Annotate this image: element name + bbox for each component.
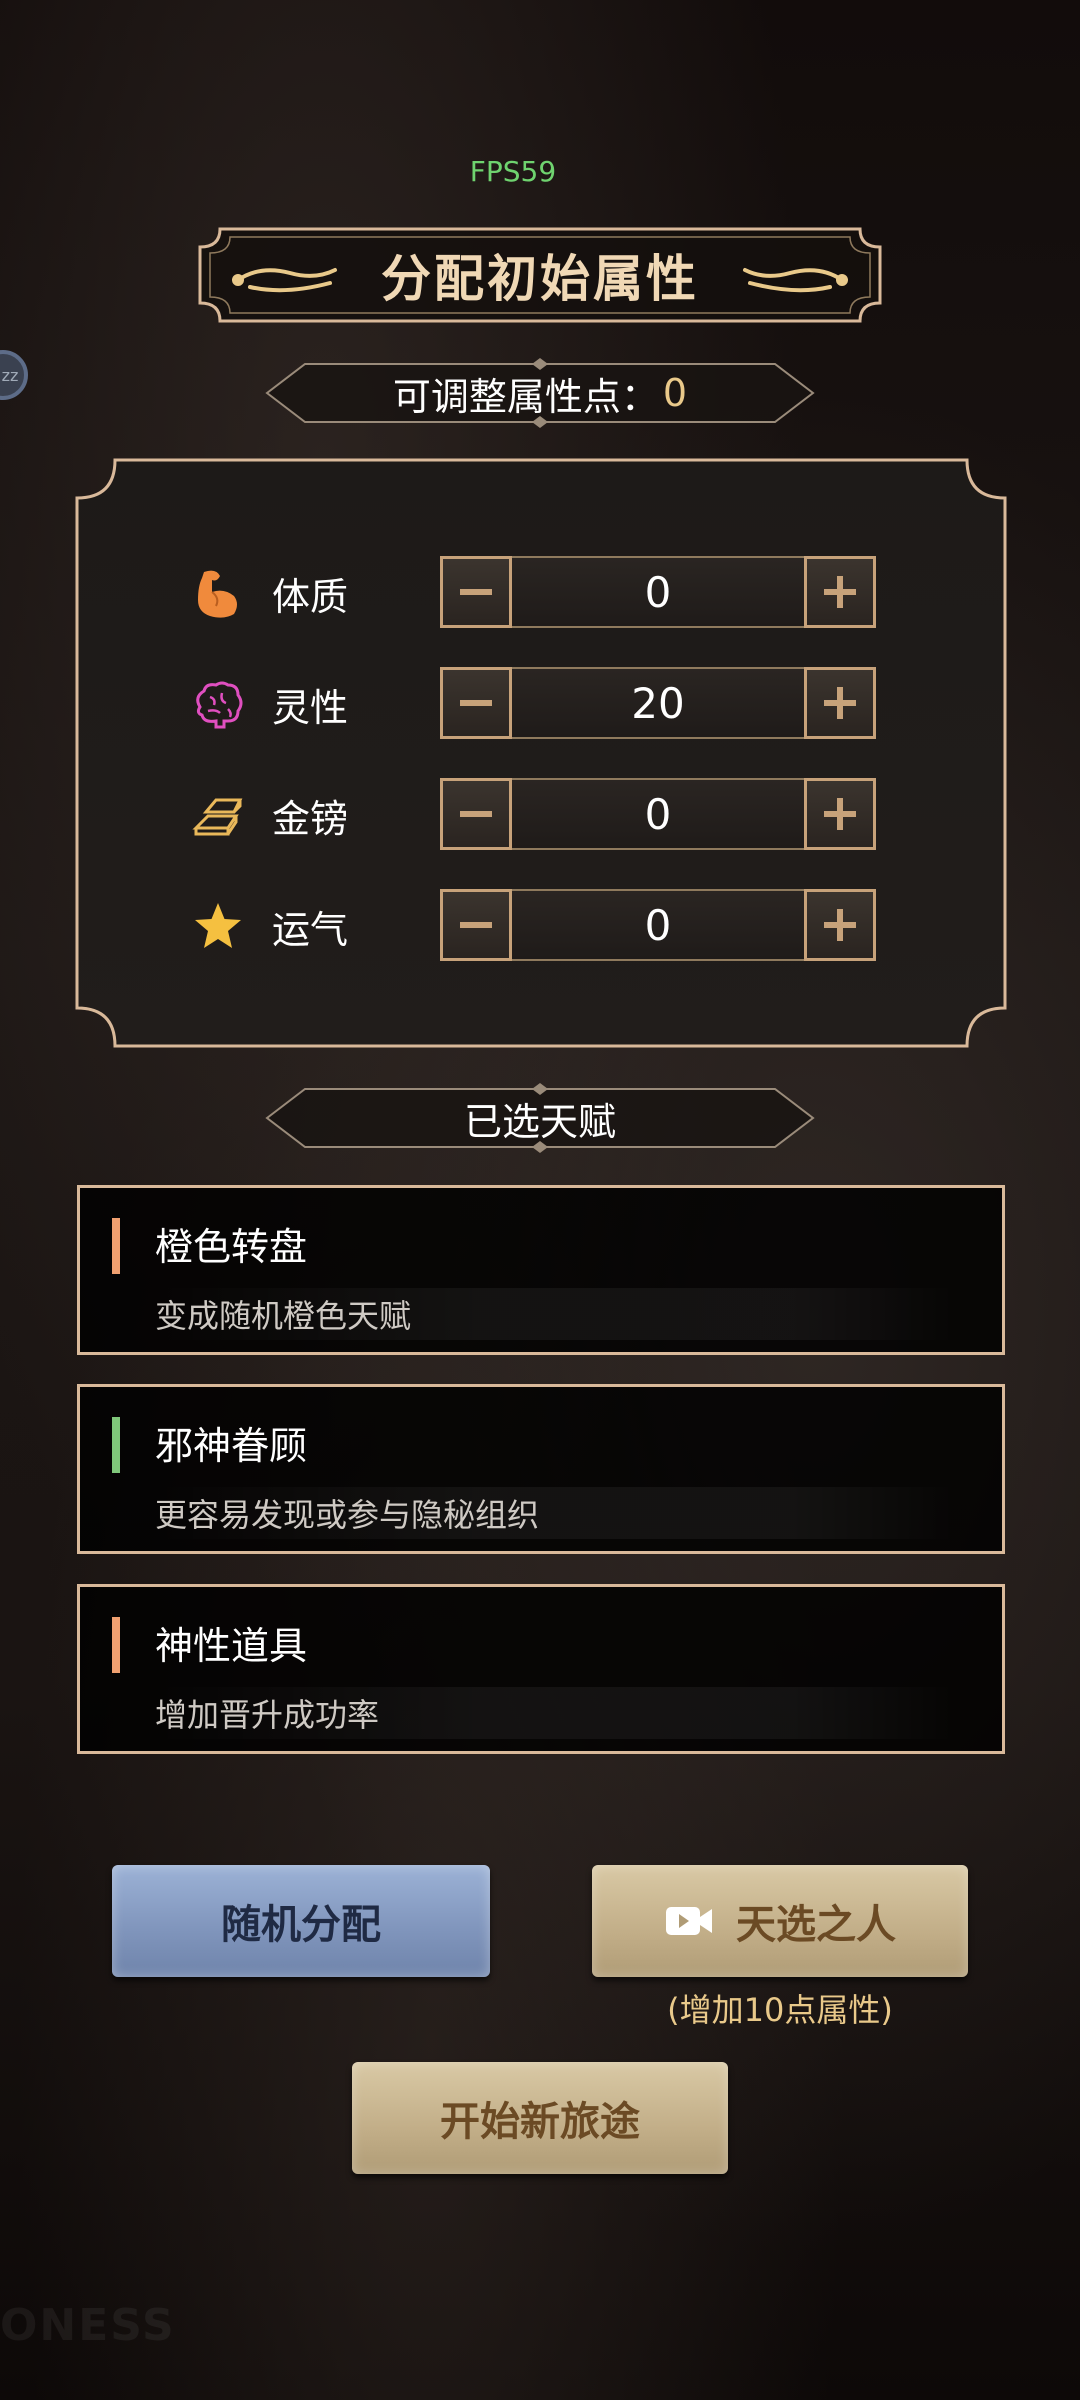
points-label: 可调整属性点： (392, 374, 659, 419)
attribute-value: 0 (644, 900, 672, 950)
points-value: 0 (662, 371, 688, 415)
attribute-row-luck: 运气 0 (190, 889, 890, 963)
chosen-one-label: 天选之人 (736, 1901, 896, 1948)
attribute-value: 0 (644, 789, 672, 839)
muscle-icon (198, 570, 237, 618)
minus-icon (460, 811, 492, 817)
side-icon-label: zz (1, 365, 19, 385)
attribute-value: 0 (644, 567, 672, 617)
increase-button[interactable] (804, 556, 876, 628)
talent-name: 邪神眷顾 (155, 1424, 308, 1468)
constitution-stepper: 0 (440, 556, 876, 628)
talent-desc: 增加晋升成功率 (155, 1687, 955, 1739)
attribute-value: 20 (631, 678, 685, 728)
increase-button[interactable] (804, 667, 876, 739)
random-allocate-label: 随机分配 (221, 1901, 381, 1948)
fps-counter: FPS59 (469, 155, 557, 188)
random-allocate-button[interactable]: 随机分配 (112, 1865, 490, 1977)
attribute-label: 运气 (272, 907, 349, 952)
talent-rarity-bar (112, 1417, 120, 1473)
minus-icon (460, 589, 492, 595)
talent-name: 神性道具 (155, 1624, 308, 1668)
pounds-stepper: 0 (440, 778, 876, 850)
minus-icon (460, 922, 492, 928)
luck-stepper: 0 (440, 889, 876, 961)
plus-icon (824, 909, 856, 941)
side-float-button[interactable]: zz (0, 350, 28, 400)
gold-bars-icon (192, 798, 243, 836)
decrease-button[interactable] (440, 889, 512, 961)
attribute-row-constitution: 体质 0 (190, 556, 890, 630)
attribute-row-spirituality: 灵性 20 (190, 667, 890, 741)
talent-card[interactable]: 邪神眷顾 更容易发现或参与隐秘组织 (77, 1384, 1005, 1554)
attribute-label: 灵性 (272, 685, 349, 730)
plus-icon (824, 576, 856, 608)
talent-card[interactable]: 橙色转盘 变成随机橙色天赋 (77, 1185, 1005, 1355)
plus-icon (824, 798, 856, 830)
selected-talents-title: 已选天赋 (463, 1099, 616, 1144)
attribute-points-indicator: 可调整属性点： 0 (265, 358, 815, 428)
chosen-one-button[interactable]: 天选之人 (592, 1865, 968, 1977)
attribute-label: 金镑 (272, 796, 349, 841)
talent-desc: 更容易发现或参与隐秘组织 (155, 1487, 955, 1539)
increase-button[interactable] (804, 778, 876, 850)
talent-name: 橙色转盘 (155, 1225, 308, 1269)
talent-desc: 变成随机橙色天赋 (155, 1288, 955, 1340)
decrease-button[interactable] (440, 778, 512, 850)
talent-rarity-bar (112, 1218, 120, 1274)
increase-button[interactable] (804, 889, 876, 961)
spirituality-stepper: 20 (440, 667, 876, 739)
decrease-button[interactable] (440, 556, 512, 628)
attribute-label: 体质 (272, 574, 349, 619)
talent-card[interactable]: 神性道具 增加晋升成功率 (77, 1584, 1005, 1754)
talent-rarity-bar (112, 1617, 120, 1673)
start-journey-button[interactable]: 开始新旅途 (352, 2062, 728, 2174)
decrease-button[interactable] (440, 667, 512, 739)
brain-icon (196, 681, 243, 729)
plus-icon (824, 687, 856, 719)
star-icon (195, 903, 241, 948)
video-camera-icon (664, 1903, 714, 1939)
attribute-row-pounds: 金镑 0 (190, 778, 890, 852)
chosen-one-hint: (增加10点属性) (667, 1991, 893, 2029)
page-title: 分配初始属性 (381, 249, 699, 308)
background-watermark: ONESS (0, 2300, 176, 2351)
start-journey-label: 开始新旅途 (440, 2098, 640, 2145)
minus-icon (460, 700, 492, 706)
